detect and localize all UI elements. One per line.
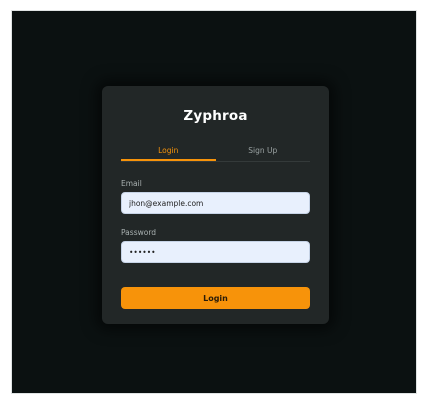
password-label: Password	[121, 228, 157, 237]
brand-title: Zyphroa	[183, 108, 248, 124]
password-field[interactable]	[121, 241, 310, 263]
email-label: Email	[121, 179, 142, 188]
tab-login[interactable]: Login	[121, 144, 216, 161]
app-background: Zyphroa Login Sign Up Email Password Log…	[11, 10, 417, 394]
login-card: Zyphroa Login Sign Up Email Password Log…	[102, 86, 329, 324]
auth-tabs: Login Sign Up	[121, 144, 310, 162]
tab-sign-up[interactable]: Sign Up	[216, 144, 311, 161]
email-field[interactable]	[121, 192, 310, 214]
login-button[interactable]: Login	[121, 287, 310, 309]
